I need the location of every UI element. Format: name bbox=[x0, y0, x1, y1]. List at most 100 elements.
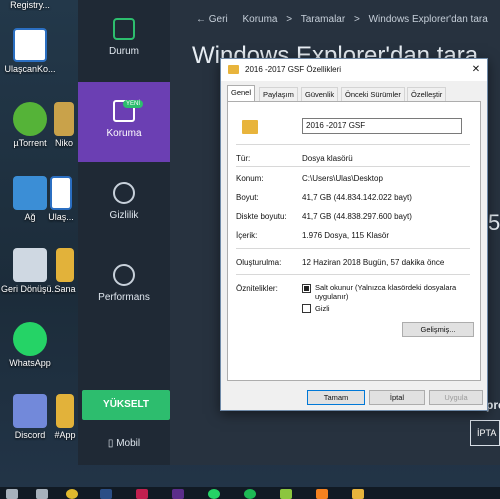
taskbar-icon[interactable] bbox=[36, 489, 48, 499]
disk-size-label: Diskte boyutu: bbox=[236, 212, 287, 221]
folder-icon bbox=[56, 248, 74, 282]
app-sidebar: Durum YENİ Koruma Gizlilik Performans YÜ… bbox=[78, 0, 170, 465]
nav-item-koruma[interactable]: YENİ Koruma bbox=[78, 82, 170, 162]
discord-icon bbox=[13, 394, 47, 428]
breadcrumb-separator: > bbox=[353, 14, 360, 25]
divider bbox=[236, 144, 470, 145]
taskbar-icon[interactable] bbox=[6, 489, 18, 499]
progress-text: pro bbox=[486, 398, 500, 412]
dialog-titlebar[interactable]: 2016 -2017 GSF Özellikleri ✕ bbox=[221, 59, 487, 81]
scan-count: 5 bbox=[488, 210, 500, 235]
readonly-label: Salt okunur (Yalnızca klasördeki dosyala… bbox=[315, 283, 457, 301]
taskbar-icon[interactable] bbox=[316, 489, 328, 499]
hidden-label: Gizli bbox=[315, 304, 330, 313]
new-badge: YENİ bbox=[123, 100, 144, 108]
tab-guvenlik[interactable]: Güvenlik bbox=[301, 87, 339, 101]
nav-label: Gizlilik bbox=[109, 210, 139, 221]
readonly-checkbox[interactable] bbox=[302, 284, 311, 293]
contents-label: İçerik: bbox=[236, 231, 258, 240]
mobile-icon: ▯ bbox=[107, 438, 117, 449]
desktop-icon-label: Registry... bbox=[10, 0, 50, 10]
back-link[interactable]: ← Geri bbox=[196, 14, 234, 25]
location-value: C:\Users\Ulas\Desktop bbox=[302, 174, 383, 183]
type-value: Dosya klasörü bbox=[302, 154, 353, 163]
taskbar-icon[interactable] bbox=[280, 489, 292, 499]
utorrent-icon bbox=[13, 102, 47, 136]
desktop-icon-label: WhatsApp bbox=[9, 358, 51, 368]
word-document-icon bbox=[50, 176, 72, 210]
apply-button: Uygula bbox=[429, 390, 483, 405]
tab-ozellestir[interactable]: Özelleştir bbox=[407, 87, 447, 101]
cancel-button[interactable]: İptal bbox=[369, 390, 425, 405]
divider bbox=[236, 166, 470, 167]
whatsapp-icon[interactable] bbox=[208, 489, 220, 499]
desktop-icon[interactable]: Niko bbox=[50, 102, 78, 149]
breadcrumb-koruma[interactable]: Koruma bbox=[242, 14, 277, 25]
divider bbox=[236, 274, 470, 275]
contents-value: 1.976 Dosya, 115 Klasör bbox=[302, 231, 390, 240]
advanced-button[interactable]: Gelişmiş... bbox=[402, 322, 474, 337]
gauge-icon bbox=[113, 264, 135, 286]
folder-icon bbox=[242, 120, 258, 134]
disk-size-value: 41,7 GB (44.838.297.600 bayt) bbox=[302, 212, 412, 221]
folder-icon bbox=[228, 65, 239, 74]
app-icon bbox=[54, 102, 74, 136]
desktop-icon-label: Ulaş... bbox=[48, 212, 74, 222]
taskbar bbox=[0, 487, 500, 499]
folder-name-input[interactable]: 2016 -2017 GSF bbox=[302, 118, 462, 134]
chrome-icon[interactable] bbox=[66, 489, 78, 499]
properties-dialog: 2016 -2017 GSF Özellikleri ✕ Genel Payla… bbox=[220, 58, 488, 411]
network-icon bbox=[13, 176, 47, 210]
general-pane: 2016 -2017 GSF Tür: Dosya klasörü Konum:… bbox=[227, 101, 481, 381]
desktop-icon[interactable]: Registry... bbox=[0, 0, 62, 11]
nav-item-gizlilik[interactable]: Gizlilik bbox=[78, 164, 170, 244]
breadcrumb-separator: > bbox=[286, 14, 293, 25]
nav-label: Koruma bbox=[106, 128, 142, 139]
desktop-icon[interactable]: Sana bbox=[52, 248, 78, 295]
nav-item-durum[interactable]: Durum bbox=[78, 0, 170, 80]
document-icon bbox=[13, 28, 47, 62]
tab-paylasim[interactable]: Paylaşım bbox=[259, 87, 298, 101]
premiere-icon[interactable] bbox=[172, 489, 184, 499]
created-label: Oluşturulma: bbox=[236, 258, 282, 267]
back-label: Geri bbox=[208, 14, 228, 25]
desktop-icon[interactable]: WhatsApp bbox=[0, 322, 62, 369]
size-label: Boyut: bbox=[236, 193, 259, 202]
tab-onceki-surumler[interactable]: Önceki Sürümler bbox=[341, 87, 405, 101]
breadcrumb-current: Windows Explorer'dan tara bbox=[368, 14, 488, 25]
desktop-icon[interactable]: #App bbox=[52, 394, 78, 441]
cancel-scan-button[interactable]: İPTA bbox=[470, 420, 500, 446]
mobile-link[interactable]: ▯ Mobil bbox=[78, 438, 170, 449]
breadcrumb: ← Geri Koruma > Taramalar > Windows Expl… bbox=[196, 14, 494, 25]
whatsapp-icon bbox=[13, 322, 47, 356]
spotify-icon[interactable] bbox=[244, 489, 256, 499]
tab-genel[interactable]: Genel bbox=[227, 85, 256, 102]
breadcrumb-taramalar[interactable]: Taramalar bbox=[301, 14, 345, 25]
created-value: 12 Haziran 2018 Bugün, 57 dakika önce bbox=[302, 258, 445, 267]
shield-check-icon bbox=[113, 18, 135, 40]
size-value: 41,7 GB (44.834.142.022 bayt) bbox=[302, 193, 412, 202]
hidden-checkbox[interactable] bbox=[302, 304, 311, 313]
upgrade-button[interactable]: YÜKSELT bbox=[82, 390, 170, 420]
nav-label: Performans bbox=[98, 292, 150, 303]
file-explorer-icon[interactable] bbox=[352, 489, 364, 499]
close-button[interactable]: ✕ bbox=[467, 61, 485, 79]
photoshop-icon[interactable] bbox=[100, 489, 112, 499]
recycle-bin-icon bbox=[13, 248, 47, 282]
nav-item-performans[interactable]: Performans bbox=[78, 246, 170, 326]
desktop-icon[interactable]: Ulaş... bbox=[44, 176, 78, 223]
nav-label: Durum bbox=[108, 46, 139, 57]
ok-button[interactable]: Tamam bbox=[307, 390, 365, 405]
desktop-icon-label: Sana bbox=[54, 284, 76, 294]
desktop-icon-label: #App bbox=[54, 430, 76, 440]
type-label: Tür: bbox=[236, 154, 251, 163]
indesign-icon[interactable] bbox=[136, 489, 148, 499]
dialog-title: 2016 -2017 GSF Özellikleri bbox=[245, 65, 342, 74]
desktop-icon[interactable]: UlaşcanKo... bbox=[0, 28, 62, 75]
attributes-label: Öznitelikler: bbox=[236, 284, 278, 293]
location-label: Konum: bbox=[236, 174, 264, 183]
folder-icon bbox=[56, 394, 74, 428]
desktop-icon-label: Niko bbox=[54, 138, 73, 148]
divider bbox=[236, 248, 470, 249]
desktop-icon-label: UlaşcanKo... bbox=[4, 64, 56, 74]
